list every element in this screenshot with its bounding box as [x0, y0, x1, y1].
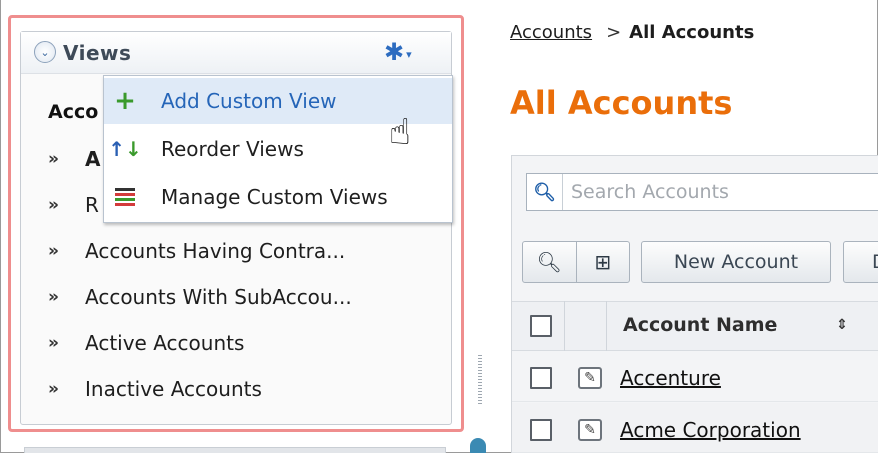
views-list-heading: Acco — [48, 101, 99, 123]
panel-splitter-handle[interactable] — [478, 355, 482, 405]
toolbar-icon-group: 🔍︎ ⊞ — [522, 241, 630, 283]
new-account-button[interactable]: New Account — [641, 241, 831, 283]
hand-cursor-icon: ☝ — [389, 112, 411, 153]
view-item-label: Accounts Having Contra... — [85, 239, 346, 263]
double-chevron-icon: » — [48, 148, 59, 169]
caret-down-icon: ▾ — [406, 47, 412, 61]
collapse-chevron-icon[interactable]: ⌄ — [34, 41, 56, 63]
view-item-label: Inactive Accounts — [85, 377, 262, 401]
search-icon[interactable]: 🔍︎ — [523, 242, 576, 282]
splitter-tab[interactable] — [470, 438, 486, 453]
double-chevron-icon: » — [48, 194, 59, 215]
edit-icon[interactable]: ✎ — [578, 419, 602, 441]
double-chevron-icon: » — [48, 332, 59, 353]
reorder-icon: ↑ ↓ — [108, 137, 142, 161]
search-bar: 🔍︎ — [526, 173, 878, 211]
menu-item-label: Reorder Views — [161, 137, 304, 161]
column-header-account-name[interactable]: Account Name — [623, 314, 777, 336]
views-settings-button[interactable]: ✱ ▾ — [384, 38, 432, 66]
view-item-active-accounts[interactable]: » Active Accounts — [48, 330, 244, 356]
list-icon — [104, 188, 146, 206]
double-chevron-icon: » — [48, 240, 59, 261]
view-item-label: Accounts With SubAccou... — [85, 285, 352, 309]
column-divider — [564, 301, 565, 351]
double-chevron-icon: » — [48, 378, 59, 399]
view-item-label: A — [85, 147, 101, 171]
breadcrumb-accounts-link[interactable]: Accounts — [510, 22, 592, 43]
views-title: Views — [63, 41, 132, 65]
search-input[interactable] — [571, 181, 861, 203]
views-panel-bottom-bar — [24, 447, 446, 453]
account-name-link[interactable]: Acme Corporation — [620, 418, 801, 442]
breadcrumb: Accounts > All Accounts — [510, 22, 754, 43]
double-chevron-icon: » — [48, 286, 59, 307]
breadcrumb-separator: > — [606, 22, 622, 43]
breadcrumb-current: All Accounts — [629, 22, 755, 43]
select-all-checkbox[interactable] — [530, 315, 552, 337]
row-checkbox[interactable] — [530, 419, 552, 441]
toolbar-button-partial[interactable]: D — [843, 241, 878, 283]
search-icon[interactable]: 🔍︎ — [527, 174, 563, 210]
edit-icon[interactable]: ✎ — [578, 367, 602, 389]
menu-item-label: Manage Custom Views — [161, 185, 388, 209]
page-title: All Accounts — [510, 84, 733, 122]
account-name-link[interactable]: Accenture — [620, 366, 721, 390]
view-item-r[interactable]: » R — [48, 192, 99, 218]
sort-icon[interactable]: ⇕ — [836, 318, 848, 332]
view-item-label: Active Accounts — [85, 331, 245, 355]
column-divider — [606, 301, 607, 351]
view-item-accounts-having-contacts[interactable]: » Accounts Having Contra... — [48, 238, 345, 264]
plus-icon: + — [114, 86, 136, 116]
menu-item-manage-custom-views[interactable]: Manage Custom Views — [104, 174, 452, 220]
view-item-inactive-accounts[interactable]: » Inactive Accounts — [48, 376, 262, 402]
gear-icon: ✱ — [384, 38, 405, 66]
menu-item-label: Add Custom View — [161, 89, 337, 113]
columns-icon[interactable]: ⊞ — [575, 242, 630, 282]
view-item-accounts-with-subaccounts[interactable]: » Accounts With SubAccou... — [48, 284, 352, 310]
view-item-a[interactable]: » A — [48, 146, 100, 172]
row-checkbox[interactable] — [530, 367, 552, 389]
view-item-label: R — [85, 193, 99, 217]
